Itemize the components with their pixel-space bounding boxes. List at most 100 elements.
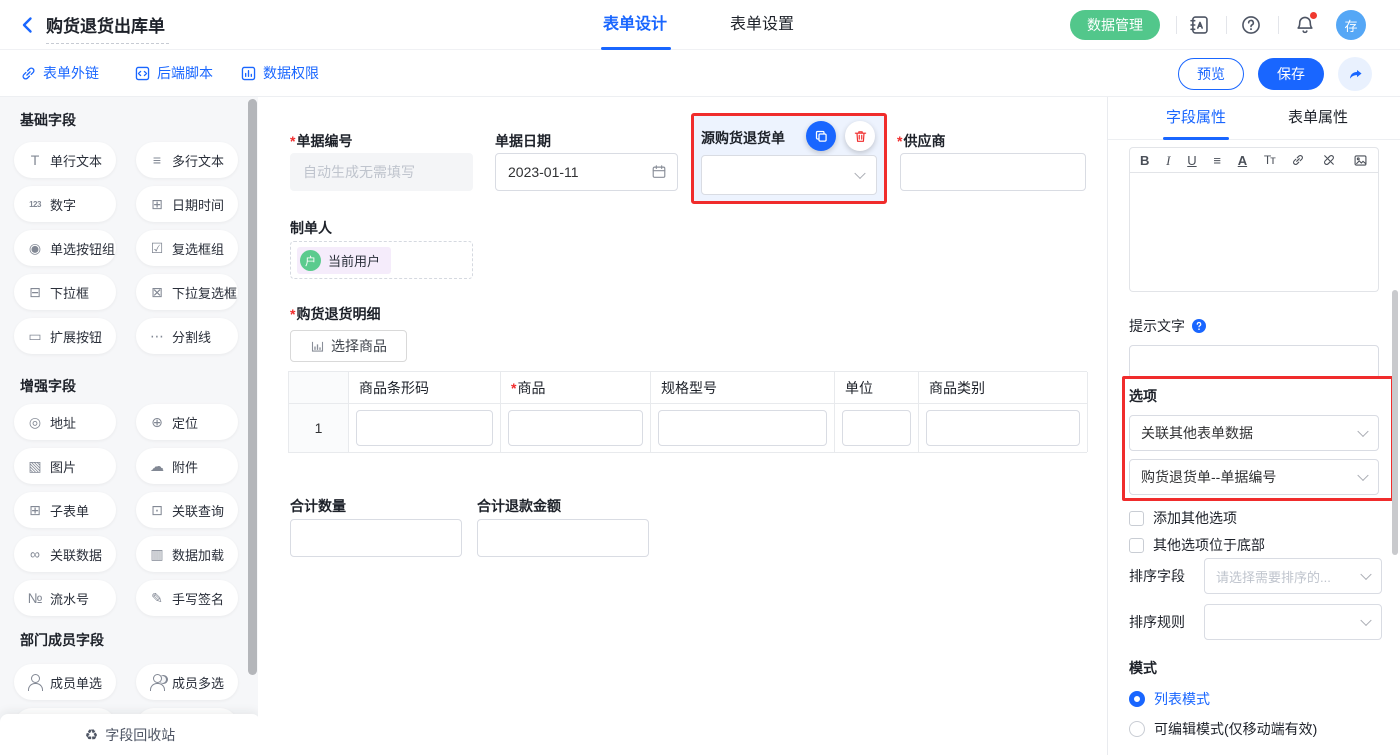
- backend-script-button[interactable]: 后端脚本: [134, 50, 213, 96]
- radio-selected-icon[interactable]: [1129, 691, 1145, 707]
- doc-no-input[interactable]: [290, 153, 473, 191]
- section-title-enhanced-fields: 增强字段: [20, 376, 76, 396]
- sidebar-item-select[interactable]: ⊟下拉框: [14, 274, 116, 310]
- sort-field-select[interactable]: 请选择需要排序的...: [1204, 558, 1382, 594]
- font-color-button[interactable]: A: [1238, 154, 1247, 167]
- tab-form-design[interactable]: 表单设计: [603, 0, 667, 50]
- radio-unselected-icon[interactable]: [1129, 721, 1145, 737]
- unit-input[interactable]: [842, 410, 911, 446]
- sidebar-item-member-single[interactable]: 成员单选: [14, 664, 116, 700]
- form-title[interactable]: 购货退货出库单: [46, 12, 169, 44]
- data-permission-button[interactable]: 数据权限: [240, 50, 319, 96]
- spec-input[interactable]: [658, 410, 827, 446]
- data-manage-button[interactable]: 数据管理: [1070, 10, 1160, 40]
- sidebar-item-data-load[interactable]: ▥数据加载: [136, 536, 238, 572]
- doc-date-input[interactable]: 2023-01-11: [495, 153, 678, 191]
- permission-icon: [240, 65, 257, 82]
- total-qty-input[interactable]: [290, 519, 462, 557]
- total-refund-input[interactable]: [477, 519, 649, 557]
- chevron-down-icon: [1357, 426, 1368, 437]
- divider: [1278, 16, 1279, 34]
- item-label: 单选按钮组: [50, 239, 115, 258]
- barcode-input[interactable]: [356, 410, 493, 446]
- sidebar-item-multi-select[interactable]: ⊠下拉复选框: [136, 274, 238, 310]
- category-input[interactable]: [926, 410, 1080, 446]
- item-label: 成员多选: [172, 673, 224, 692]
- creator-field[interactable]: 户 当前用户: [290, 241, 473, 279]
- subform-icon: ⊞: [26, 502, 44, 519]
- link-icon: [20, 65, 37, 82]
- other-option-bottom-checkbox[interactable]: [1129, 538, 1144, 553]
- option-source-select[interactable]: 关联其他表单数据: [1129, 415, 1379, 451]
- tab-field-properties[interactable]: 字段属性: [1166, 97, 1226, 140]
- sidebar-item-attachment[interactable]: ☁附件: [136, 448, 238, 484]
- goods-input[interactable]: [508, 410, 643, 446]
- help-icon[interactable]: [1240, 13, 1264, 37]
- option-field-select[interactable]: 购货退货单--单据编号: [1129, 459, 1379, 495]
- sidebar-item-related-query[interactable]: ⊡关联查询: [136, 492, 238, 528]
- italic-button[interactable]: I: [1166, 154, 1170, 167]
- sidebar-item-image[interactable]: ▧图片: [14, 448, 116, 484]
- sidebar-item-member-multi[interactable]: 成员多选: [136, 664, 238, 700]
- supplier-input[interactable]: [900, 153, 1086, 191]
- share-button[interactable]: [1338, 57, 1372, 91]
- item-label: 关联数据: [50, 545, 102, 564]
- sidebar-item-checkbox-group[interactable]: ☑复选框组: [136, 230, 238, 266]
- selected-field-source-order[interactable]: 源购货退货单: [691, 113, 887, 204]
- sidebar-item-signature[interactable]: ✎手写签名: [136, 580, 238, 616]
- tab-form-properties[interactable]: 表单属性: [1288, 97, 1348, 140]
- field-recycle-bin[interactable]: ♻ 字段回收站: [0, 714, 260, 755]
- divider: [1176, 16, 1177, 34]
- sidebar-item-single-line-text[interactable]: T单行文本: [14, 142, 116, 178]
- sidebar-item-related-data[interactable]: ∞关联数据: [14, 536, 116, 572]
- item-label: 流水号: [50, 589, 89, 608]
- sidebar-item-radio-group[interactable]: ◉单选按钮组: [14, 230, 116, 266]
- sidebar-item-multi-line-text[interactable]: ≡多行文本: [136, 142, 238, 178]
- save-button[interactable]: 保存: [1258, 58, 1324, 90]
- preview-button[interactable]: 预览: [1178, 58, 1244, 90]
- underline-button[interactable]: U: [1187, 154, 1196, 167]
- option-field-value: 购货退货单--单据编号: [1141, 467, 1276, 487]
- mode-list-option[interactable]: 列表模式: [1129, 689, 1210, 709]
- col-unit: 单位: [835, 372, 919, 404]
- notifications-icon[interactable]: [1294, 13, 1318, 37]
- label-text: 单据日期: [495, 133, 551, 149]
- add-other-option-checkbox[interactable]: [1129, 511, 1144, 526]
- sidebar-item-serial-number[interactable]: №流水号: [14, 580, 116, 616]
- remove-link-button[interactable]: [1322, 153, 1336, 167]
- sidebar-item-datetime[interactable]: ⊞日期时间: [136, 186, 238, 222]
- back-button[interactable]: [18, 15, 38, 35]
- insert-image-button[interactable]: [1353, 153, 1368, 168]
- user-avatar[interactable]: 存: [1336, 10, 1366, 40]
- richtext-editor[interactable]: [1129, 173, 1379, 292]
- mode-editable-option[interactable]: 可编辑模式(仅移动端有效): [1129, 719, 1317, 739]
- delete-field-button[interactable]: [845, 121, 875, 151]
- tab-form-settings[interactable]: 表单设置: [730, 0, 794, 50]
- select-goods-button[interactable]: 选择商品: [290, 330, 407, 362]
- supplier-label: *供应商: [897, 131, 945, 151]
- sidebar-item-divider-line[interactable]: ⋯分割线: [136, 318, 238, 354]
- other-option-bottom-row[interactable]: 其他选项位于底部: [1129, 535, 1265, 555]
- properties-panel: 字段属性 表单属性 B I U ≡ A Tт 提示文字 选项: [1107, 97, 1400, 755]
- sidebar-item-address[interactable]: ◎地址: [14, 404, 116, 440]
- hint-text-input[interactable]: [1129, 345, 1379, 379]
- panel-scrollbar[interactable]: [1392, 290, 1398, 555]
- address-book-icon[interactable]: [1188, 13, 1212, 37]
- sort-rule-select[interactable]: [1204, 604, 1382, 640]
- sidebar-item-subform[interactable]: ⊞子表单: [14, 492, 116, 528]
- item-label: 图片: [50, 457, 76, 476]
- col-barcode: 商品条形码: [349, 372, 501, 404]
- copy-field-button[interactable]: [806, 121, 836, 151]
- add-other-option-row[interactable]: 添加其他选项: [1129, 508, 1237, 528]
- sidebar-item-location[interactable]: ⊕定位: [136, 404, 238, 440]
- bold-button[interactable]: B: [1140, 154, 1149, 167]
- sidebar-item-number[interactable]: 123数字: [14, 186, 116, 222]
- insert-link-button[interactable]: [1291, 153, 1305, 167]
- align-button[interactable]: ≡: [1213, 154, 1221, 167]
- sidebar-scrollbar[interactable]: [248, 99, 257, 675]
- form-external-link-button[interactable]: 表单外链: [20, 50, 99, 96]
- sidebar-item-extend-button[interactable]: ▭扩展按钮: [14, 318, 116, 354]
- member-multi-icon: [148, 674, 166, 690]
- source-order-select[interactable]: [701, 155, 877, 195]
- font-size-button[interactable]: Tт: [1264, 154, 1275, 166]
